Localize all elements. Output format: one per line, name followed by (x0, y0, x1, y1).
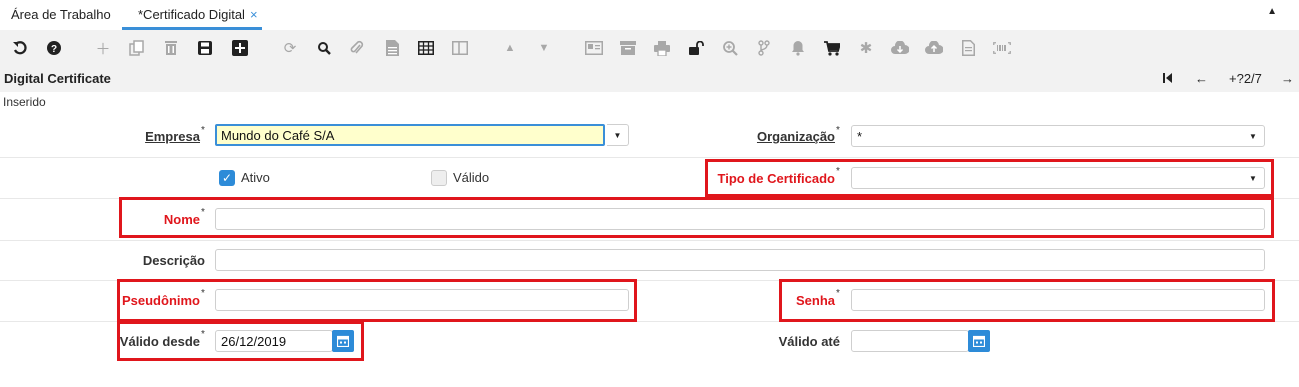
nome-label: Nome (100, 212, 200, 227)
valido-desde-field[interactable]: 26/12/2019 (215, 330, 333, 352)
zoom-icon[interactable] (718, 36, 742, 60)
new-icon[interactable]: ＋ (91, 36, 115, 60)
calendar-icon[interactable] (968, 330, 990, 352)
cart-icon[interactable] (820, 36, 844, 60)
descricao-label: Descrição (142, 253, 205, 268)
lock-icon[interactable] (684, 36, 708, 60)
senha-field[interactable] (851, 289, 1265, 311)
row-divider (0, 280, 1299, 281)
print-icon[interactable] (650, 36, 674, 60)
chevron-down-icon[interactable]: ▼ (1242, 125, 1264, 147)
grid-icon[interactable] (414, 36, 438, 60)
ativo-checkbox[interactable]: ✓ (219, 170, 235, 186)
required-star: * (201, 207, 205, 218)
organizacao-label-text: Organização (756, 129, 835, 144)
svg-text:?: ? (51, 44, 57, 55)
tab-bar: Área de Trabalho *Certificado Digital × ▲ (0, 0, 1299, 30)
barcode-icon[interactable] (990, 36, 1014, 60)
required-star: * (836, 166, 840, 177)
tipo-certificado-field[interactable] (851, 167, 1265, 189)
delete-icon[interactable] (159, 36, 183, 60)
tab-certificado-digital-label: *Certificado Digital (138, 7, 245, 22)
window-title: Digital Certificate (4, 71, 111, 86)
calendar-icon[interactable] (332, 330, 354, 352)
valido-desde-label-text: Válido desde (119, 334, 200, 349)
refresh-icon[interactable]: ⟳ (278, 36, 302, 60)
required-star: * (836, 125, 840, 136)
pseudonimo-label: Pseudônimo (100, 293, 200, 308)
record-counter: +?2/7 (1229, 71, 1262, 86)
valido-label: Válido (453, 170, 490, 185)
valido-desde-label: Válido desde (100, 334, 200, 349)
copy-icon[interactable] (125, 36, 149, 60)
required-star: * (201, 125, 205, 136)
row-divider (0, 157, 1299, 158)
settings-icon[interactable]: ✱ (854, 36, 878, 60)
previous-record-icon[interactable]: ▲ (498, 36, 522, 60)
window-header: Digital Certificate ← +?2/7 → (0, 66, 1299, 92)
required-star: * (836, 288, 840, 299)
nome-label-text: Nome (163, 212, 200, 227)
upload-icon[interactable] (922, 36, 946, 60)
valido-ate-label: Válido até (778, 334, 840, 349)
row-divider (0, 198, 1299, 199)
required-star: * (201, 288, 205, 299)
download-icon[interactable] (888, 36, 912, 60)
descricao-field[interactable] (215, 249, 1265, 271)
save-new-icon[interactable] (228, 36, 252, 60)
nome-field[interactable] (215, 208, 1265, 230)
empresa-field[interactable]: Mundo do Café S/A (215, 124, 605, 146)
ativo-label: Ativo (241, 170, 270, 185)
first-record-icon[interactable] (1163, 71, 1172, 86)
senha-label-text: Senha (795, 293, 835, 308)
archive-viewer-icon[interactable] (582, 36, 606, 60)
attachment-icon[interactable] (345, 36, 369, 60)
organizacao-field[interactable]: * (851, 125, 1265, 147)
close-icon[interactable]: × (250, 7, 258, 22)
senha-label: Senha (760, 293, 835, 308)
report-icon[interactable] (380, 36, 404, 60)
tipo-certificado-label-text: Tipo de Certificado (717, 171, 836, 186)
calendar-glyph (337, 335, 349, 347)
valido-ate-field[interactable] (851, 330, 969, 352)
find-icon[interactable] (312, 36, 336, 60)
chevron-down-icon[interactable]: ▼ (607, 124, 629, 146)
workflow-icon[interactable] (752, 36, 776, 60)
calendar-glyph (973, 335, 985, 347)
split-view-icon[interactable] (448, 36, 472, 60)
required-star: * (201, 329, 205, 340)
record-status: Inserido (3, 95, 46, 109)
previous-arrow-icon[interactable]: ← (1195, 71, 1208, 86)
pseudonimo-field[interactable] (215, 289, 629, 311)
empresa-label: Empresa (100, 129, 200, 144)
help-icon[interactable]: ? (42, 36, 66, 60)
pseudonimo-label-text: Pseudônimo (121, 293, 200, 308)
collapse-icon[interactable]: ▲ (1267, 6, 1277, 17)
valido-checkbox[interactable] (431, 170, 447, 186)
save-icon[interactable] (193, 36, 217, 60)
row-divider (0, 321, 1299, 322)
chevron-down-icon[interactable]: ▼ (1242, 167, 1264, 189)
tipo-certificado-label: Tipo de Certificado (712, 171, 836, 186)
empresa-label-text: Empresa (145, 129, 200, 144)
organizacao-label: Organização (720, 129, 835, 144)
toolbar: ? ＋ ⟳ ▲ ▼ ✱ (0, 30, 1299, 66)
row-divider (0, 240, 1299, 241)
tab-certificado-digital[interactable]: *Certificado Digital × (138, 7, 258, 22)
next-arrow-icon[interactable]: → (1281, 71, 1294, 86)
tab-desktop[interactable]: Área de Trabalho (11, 7, 111, 22)
notification-icon[interactable] (786, 36, 810, 60)
undo-icon[interactable] (8, 36, 32, 60)
document-icon[interactable] (956, 36, 980, 60)
archive-icon[interactable] (616, 36, 640, 60)
next-record-icon[interactable]: ▼ (532, 36, 556, 60)
